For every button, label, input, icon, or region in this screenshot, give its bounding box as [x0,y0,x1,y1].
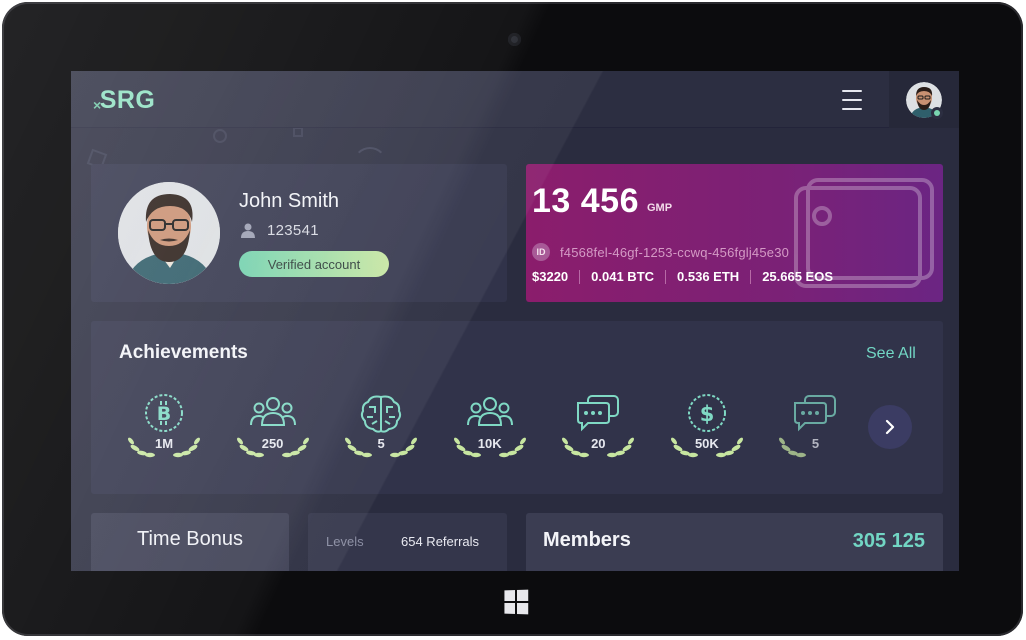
next-achievements-button[interactable] [868,405,912,449]
decorative-circle [213,129,227,143]
rate-btc: 0.041 BTC [591,269,655,284]
profile-avatar [118,182,220,284]
wallet-balance: 13 456 GMP [532,182,672,221]
header-avatar-button[interactable] [889,71,959,128]
profile-user-id-row: 123541 [241,222,319,239]
brain-icon [361,395,402,433]
see-all-link[interactable]: See All [866,345,916,363]
wallet-rates: $3220 0.041 BTC 0.536 ETH 25.665 EOS [532,269,833,284]
user-avatar [906,81,943,119]
achievement-badges: B 1M 250 5 10K 20 $ 50K 5 [125,393,885,465]
verified-account-badge: Verified account [239,251,389,277]
users-group-icon [466,397,513,426]
chevron-right-icon [885,419,895,435]
wallet-id: f4568fel-46gf-1253-ccwq-456fglj45e30 [560,244,790,260]
rate-usd: $3220 [532,269,569,284]
hamburger-menu-icon[interactable] [842,90,862,110]
wallet-card[interactable]: 13 456 GMP ID f4568fel-46gf-1253-ccwq-45… [526,164,943,302]
app-logo[interactable]: × SRG [93,86,156,115]
achievements-title: Achievements [119,342,248,363]
achievement-badge[interactable]: $ 50K [668,393,777,465]
profile-card: John Smith 123541 Verified account [91,164,507,302]
achievement-count: 5 [377,436,385,451]
achievement-count: 50K [694,436,719,451]
achievement-badge[interactable]: 250 [234,393,343,465]
bitcoin-icon: B [145,394,183,432]
achievement-badge[interactable]: 10K [451,393,560,465]
levels-label: Levels [326,534,364,549]
windows-logo-icon[interactable] [504,589,529,615]
wallet-id-row: ID f4568fel-46gf-1253-ccwq-456fglj45e30 [532,243,789,261]
members-title: Members [543,529,631,551]
logo-text: SRG [99,86,156,114]
achievement-badge[interactable]: B 1M [125,393,234,465]
achievement-count: 1M [154,436,174,451]
wallet-currency: GMP [647,202,673,214]
rate-divider [579,269,581,284]
tablet-frame: × SRG John Smith 123541 Verified account… [2,2,1023,636]
users-group-icon [249,397,296,426]
referrals-count: 654 Referrals [401,534,480,549]
members-count: 305 125 [852,530,925,552]
top-bar: × SRG [71,71,959,128]
time-bonus-card[interactable]: Time Bonus [91,513,289,571]
rate-eth: 0.536 ETH [677,269,740,284]
profile-user-id: 123541 [267,222,319,239]
chat-bubbles-icon [577,395,620,432]
achievement-badge[interactable]: 5 [342,393,451,465]
user-icon [241,223,255,238]
rate-divider [665,269,667,284]
app-screen: × SRG John Smith 123541 Verified account… [71,71,959,571]
achievement-count: 250 [261,436,284,451]
chat-bubbles-icon [794,395,837,432]
decorative-square [293,127,303,137]
achievement-count: 20 [591,436,606,451]
svg-text:B: B [157,403,171,425]
profile-name: John Smith [239,190,340,212]
time-bonus-title: Time Bonus [137,528,243,550]
rate-eos: 25.665 EOS [762,269,834,284]
online-status-icon [931,106,943,119]
achievement-count: 5 [811,436,820,451]
levels-card[interactable]: Levels 654 Referrals [308,513,507,571]
dollar-icon: $ [687,394,726,432]
achievements-panel: Achievements See All B 1M 250 5 10K 20 $… [91,321,943,494]
camera-lens [508,33,521,46]
achievement-count: 10K [477,436,502,451]
id-icon: ID [532,243,550,261]
rate-divider [750,269,752,284]
svg-text:$: $ [700,402,715,426]
members-card[interactable]: Members 305 125 [526,513,943,571]
wallet-balance-value: 13 456 [532,182,639,220]
achievement-badge[interactable]: 20 [559,393,668,465]
